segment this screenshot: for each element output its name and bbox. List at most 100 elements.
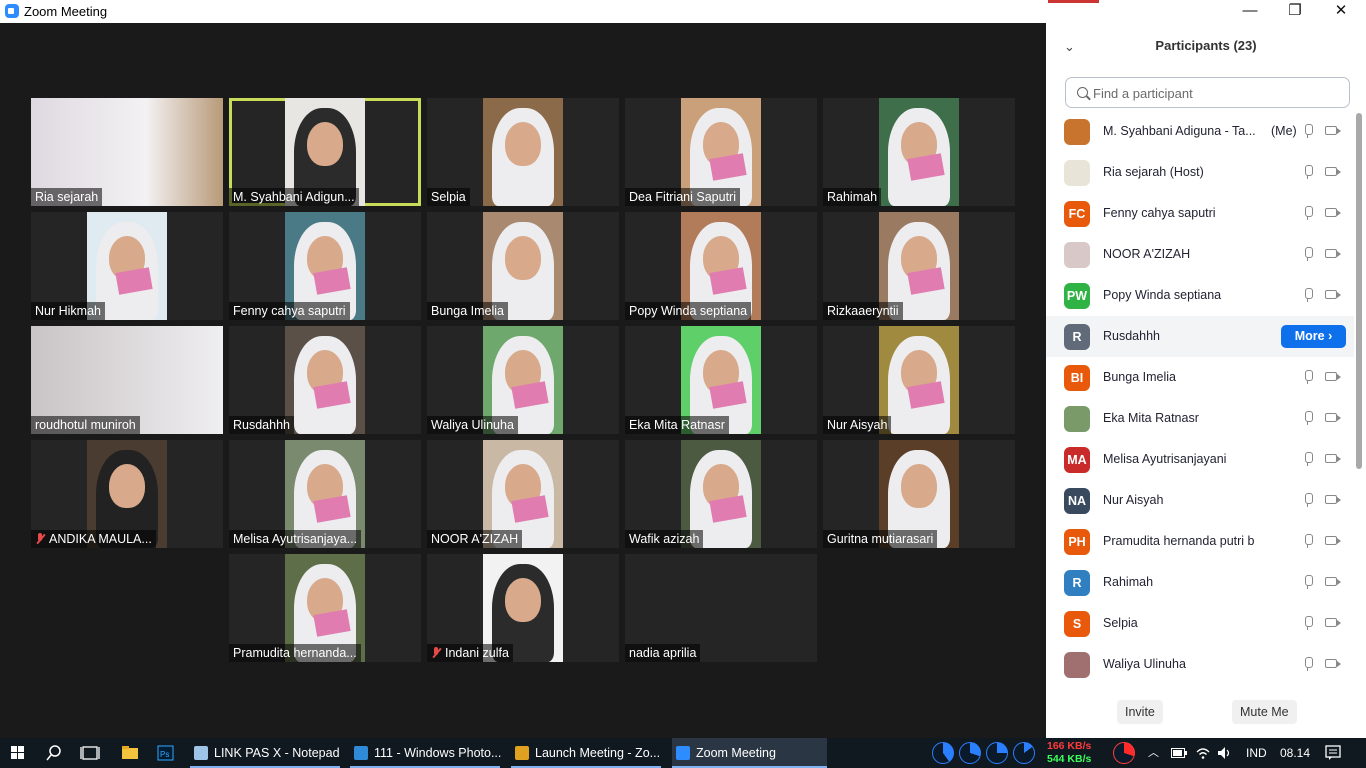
clock[interactable]: 08.14 — [1280, 738, 1310, 768]
participant-list-scrollbar[interactable] — [1356, 113, 1362, 469]
invite-button[interactable]: Invite — [1117, 700, 1163, 724]
video-tile[interactable]: Wafik azizah — [625, 440, 817, 548]
participant-row[interactable]: R Rusdahhh More › — [1046, 316, 1354, 357]
participant-avatar — [1064, 406, 1090, 432]
video-tile[interactable]: M. Syahbani Adigun... — [229, 98, 421, 206]
participant-name: Popy Winda septiana — [629, 304, 748, 318]
video-camera-icon[interactable] — [1325, 167, 1341, 176]
language-indicator[interactable]: IND — [1246, 738, 1267, 768]
participants-title: Participants (23) — [1155, 38, 1257, 53]
taskbar-app[interactable]: Zoom Meeting — [672, 738, 827, 768]
minimize-button[interactable]: — — [1227, 0, 1273, 23]
participant-row[interactable]: BI Bunga Imelia — [1046, 357, 1354, 398]
participant-row[interactable]: PH Pramudita hernanda putri b — [1046, 521, 1354, 562]
notifications-icon[interactable] — [1325, 745, 1341, 761]
participant-row[interactable]: PW Popy Winda septiana — [1046, 275, 1354, 316]
file-explorer-button[interactable] — [112, 738, 148, 768]
participant-row[interactable]: M. Syahbani Adiguna - Ta... (Me) — [1046, 111, 1354, 152]
video-camera-icon[interactable] — [1325, 659, 1341, 668]
participant-avatar: BI — [1064, 365, 1090, 391]
microphone-icon[interactable] — [1304, 452, 1313, 466]
wifi-icon[interactable] — [1196, 746, 1210, 760]
video-tile[interactable]: nadia aprilia — [625, 554, 817, 662]
search-taskbar-button[interactable] — [36, 738, 72, 768]
mute-me-button[interactable]: Mute Me — [1232, 700, 1297, 724]
video-tile[interactable]: Fenny cahya saputri — [229, 212, 421, 320]
video-camera-icon[interactable] — [1325, 249, 1341, 258]
participant-row[interactable]: Waliya Ulinuha — [1046, 644, 1354, 685]
show-hidden-icons-icon[interactable]: ︿ — [1148, 738, 1159, 768]
video-tile[interactable]: Pramudita hernanda... — [229, 554, 421, 662]
video-tile[interactable]: Nur Aisyah — [823, 326, 1015, 434]
video-tile[interactable]: Selpia — [427, 98, 619, 206]
video-camera-icon[interactable] — [1325, 577, 1341, 586]
video-tile[interactable]: Melisa Ayutrisanjaya... — [229, 440, 421, 548]
video-tile[interactable]: roudhotul muniroh — [31, 326, 223, 434]
participant-row[interactable]: R Rahimah — [1046, 562, 1354, 603]
microphone-icon[interactable] — [1304, 411, 1313, 425]
microphone-icon[interactable] — [1304, 534, 1313, 548]
video-tile[interactable]: Rahimah — [823, 98, 1015, 206]
battery-icon[interactable] — [1171, 748, 1187, 768]
video-tile[interactable]: NOOR A'ZIZAH — [427, 440, 619, 548]
participant-row[interactable]: Ria sejarah (Host) — [1046, 152, 1354, 193]
participant-avatar: MA — [1064, 447, 1090, 473]
video-tile[interactable]: Dea Fitriani Saputri — [625, 98, 817, 206]
participant-row[interactable]: MA Melisa Ayutrisanjayani — [1046, 439, 1354, 480]
participant-row[interactable]: S Selpia — [1046, 603, 1354, 644]
microphone-icon[interactable] — [1304, 493, 1313, 507]
participant-name-label: Popy Winda septiana — [625, 302, 752, 320]
microphone-icon[interactable] — [1304, 206, 1313, 220]
participant-row[interactable]: FC Fenny cahya saputri — [1046, 193, 1354, 234]
microphone-icon[interactable] — [1304, 165, 1313, 179]
video-camera-icon[interactable] — [1325, 413, 1341, 422]
microphone-icon[interactable] — [1304, 575, 1313, 589]
task-view-button[interactable] — [72, 738, 108, 768]
video-tile[interactable]: Eka Mita Ratnasr — [625, 326, 817, 434]
photoshop-button[interactable]: Ps — [148, 738, 184, 768]
microphone-icon[interactable] — [1304, 288, 1313, 302]
video-camera-icon[interactable] — [1325, 290, 1341, 299]
close-button[interactable]: ✕ — [1318, 0, 1364, 23]
video-tile[interactable]: Waliya Ulinuha — [427, 326, 619, 434]
restore-button[interactable]: ❐ — [1272, 0, 1318, 23]
taskbar-app[interactable]: Launch Meeting - Zo... — [511, 738, 661, 768]
microphone-icon[interactable] — [1304, 616, 1313, 630]
participant-row[interactable]: Eka Mita Ratnasr — [1046, 398, 1354, 439]
video-camera-icon[interactable] — [1325, 618, 1341, 627]
participant-row[interactable]: NOOR A'ZIZAH — [1046, 234, 1354, 275]
video-camera-icon[interactable] — [1325, 454, 1341, 463]
microphone-icon[interactable] — [1304, 370, 1313, 384]
participant-name: Nur Aisyah — [827, 418, 888, 432]
start-button[interactable] — [0, 738, 36, 768]
microphone-icon[interactable] — [1304, 124, 1313, 138]
video-tile[interactable]: ANDIKA MAULA... — [31, 440, 223, 548]
video-camera-icon[interactable] — [1325, 536, 1341, 545]
video-tile[interactable]: Rusdahhh — [229, 326, 421, 434]
more-button[interactable]: More › — [1281, 325, 1346, 348]
video-tile[interactable]: Popy Winda septiana — [625, 212, 817, 320]
search-icon — [46, 745, 61, 761]
video-camera-icon[interactable] — [1325, 372, 1341, 381]
network-speed: 166 KB/s 544 KB/s — [1047, 740, 1091, 766]
video-camera-icon[interactable] — [1325, 126, 1341, 135]
video-tile[interactable]: Indani zulfa — [427, 554, 619, 662]
video-camera-icon[interactable] — [1325, 495, 1341, 504]
volume-icon[interactable] — [1217, 746, 1233, 760]
microphone-icon[interactable] — [1304, 247, 1313, 261]
participant-name-label: Pramudita hernanda... — [229, 644, 361, 662]
video-tile[interactable]: Bunga Imelia — [427, 212, 619, 320]
video-tile[interactable]: Guritna mutiarasari — [823, 440, 1015, 548]
video-tile[interactable]: Nur Hikmah — [31, 212, 223, 320]
video-tile[interactable]: Rizkaaeryntii — [823, 212, 1015, 320]
taskbar-app[interactable]: LINK PAS X - Notepad — [190, 738, 340, 768]
microphone-icon[interactable] — [1304, 657, 1313, 671]
participant-face — [109, 464, 145, 508]
participants-panel: ⌄ Participants (23) M. Syahbani Adiguna … — [1046, 23, 1366, 738]
participant-search-input[interactable] — [1093, 84, 1343, 102]
participant-row[interactable]: NA Nur Aisyah — [1046, 480, 1354, 521]
participant-search[interactable] — [1065, 77, 1350, 108]
taskbar-app[interactable]: 111 - Windows Photo... — [350, 738, 501, 768]
video-camera-icon[interactable] — [1325, 208, 1341, 217]
video-tile[interactable]: Ria sejarah — [31, 98, 223, 206]
